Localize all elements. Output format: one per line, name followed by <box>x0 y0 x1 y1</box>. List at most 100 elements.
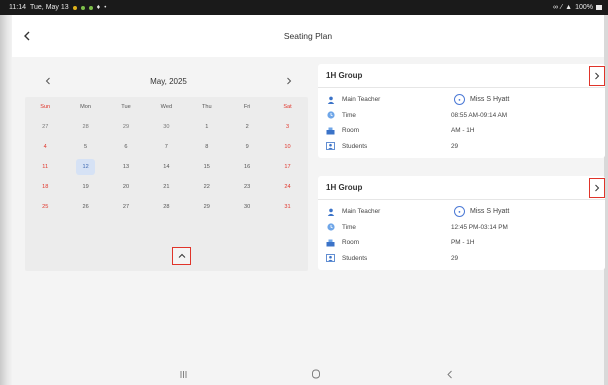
app-screen: Seating Plan May, 2025 Sun Mon Tue Wed T… <box>12 15 605 385</box>
calendar-day[interactable]: 5 <box>65 144 105 150</box>
home-button[interactable] <box>309 368 323 380</box>
next-month-button[interactable] <box>283 75 295 87</box>
calendar-day[interactable]: 6 <box>106 144 146 150</box>
group-name: 1H Group <box>326 183 363 192</box>
group-card-body: Main Teacher ● Miss S Hyatt Time 12:45 P… <box>318 200 605 270</box>
group-name: 1H Group <box>326 71 363 80</box>
calendar-month-label: May, 2025 <box>150 76 187 86</box>
back-arrow-icon <box>446 370 452 378</box>
calendar-day[interactable]: 1 <box>187 124 227 130</box>
week-row: 4 5 6 7 8 9 10 <box>25 137 308 157</box>
weekday-label: Tue <box>121 104 131 110</box>
calendar-day-selected[interactable]: 12 <box>65 159 105 175</box>
group-card: 1H Group Main Teacher ● Miss S Hyatt Tim… <box>318 176 605 271</box>
group-card-body: Main Teacher ● Miss S Hyatt Time 08:55 A… <box>318 88 605 158</box>
calendar-day[interactable]: 3 <box>267 124 307 130</box>
collapse-calendar-button[interactable] <box>172 247 191 265</box>
teacher-avatar-icon: ● <box>454 94 465 106</box>
students-value: 29 <box>451 255 459 263</box>
time-label: Time <box>342 111 356 119</box>
wifi-icon: ⁄ <box>560 4 563 11</box>
calendar-day[interactable]: 29 <box>187 204 227 210</box>
open-group-button[interactable] <box>589 178 605 198</box>
calendar-day[interactable]: 15 <box>187 164 227 170</box>
room-row: Room AM - 1H <box>318 123 605 139</box>
teacher-name: Miss S Hyatt <box>470 96 510 104</box>
chevron-right-icon <box>595 72 600 80</box>
calendar-day[interactable]: 27 <box>106 204 146 210</box>
previous-month-button[interactable] <box>42 75 54 87</box>
chevron-left-icon <box>24 31 30 41</box>
students-value: 29 <box>451 143 459 151</box>
calendar-day[interactable]: 30 <box>227 204 267 210</box>
calendar-day[interactable]: 26 <box>65 204 105 210</box>
calendar-day[interactable]: 18 <box>25 184 65 190</box>
calendar-day[interactable]: 13 <box>106 164 146 170</box>
calendar-day[interactable]: 20 <box>106 184 146 190</box>
students-icon <box>326 142 335 151</box>
teacher-row: Main Teacher ● Miss S Hyatt <box>318 92 605 108</box>
calendar-day[interactable]: 28 <box>146 204 186 210</box>
teacher-label: Main Teacher <box>342 96 381 104</box>
calendar-day[interactable]: 29 <box>106 124 146 130</box>
teacher-icon <box>326 207 335 216</box>
system-back-button[interactable] <box>442 368 456 380</box>
calendar-day[interactable]: 24 <box>267 184 307 190</box>
calendar-day[interactable]: 10 <box>267 144 307 150</box>
calendar-day[interactable]: 9 <box>227 144 267 150</box>
calendar-day[interactable]: 7 <box>146 144 186 150</box>
calendar-day[interactable]: 17 <box>267 164 307 170</box>
room-label: Room <box>342 127 360 135</box>
calendar-header: May, 2025 <box>25 71 308 91</box>
weekday-label: Mon <box>80 104 92 110</box>
chevron-left-icon <box>45 77 50 85</box>
students-row: Students 29 <box>318 251 605 267</box>
bezel-left <box>0 0 12 385</box>
calendar-day[interactable]: 21 <box>146 184 186 190</box>
week-row: 25 26 27 28 29 30 31 <box>25 197 308 217</box>
calendar-day[interactable]: 25 <box>25 204 65 210</box>
calendar-day[interactable]: 4 <box>25 144 65 150</box>
chevron-up-icon <box>178 253 185 258</box>
calendar-day[interactable]: 2 <box>227 124 267 130</box>
calendar-day[interactable]: 30 <box>146 124 186 130</box>
weekday-label: Sun <box>40 104 51 110</box>
calendar-day[interactable]: 14 <box>146 164 186 170</box>
app-bar: Seating Plan <box>12 15 604 57</box>
calendar-day[interactable]: 19 <box>65 184 105 190</box>
android-icon <box>80 5 85 10</box>
calendar-day[interactable]: 31 <box>267 204 307 210</box>
back-button[interactable] <box>20 28 34 44</box>
time-row: Time 08:55 AM-09:14 AM <box>318 108 605 124</box>
room-value: PM - 1H <box>451 239 475 247</box>
time-row: Time 12:45 PM-03:14 PM <box>318 220 605 236</box>
calendar-day[interactable]: 11 <box>25 164 65 170</box>
notification-icon <box>72 5 77 10</box>
calendar-day[interactable]: 27 <box>25 124 65 130</box>
status-right: ∞ ⁄ ▲ 100% <box>553 4 602 11</box>
calendar-day[interactable]: 23 <box>227 184 267 190</box>
calendar-day[interactable]: 22 <box>187 184 227 190</box>
calendar-day[interactable]: 16 <box>227 164 267 170</box>
week-row: 18 19 20 21 22 23 24 <box>25 177 308 197</box>
teacher-icon <box>326 95 335 104</box>
chevron-right-icon <box>287 77 292 85</box>
open-group-button[interactable] <box>589 66 605 86</box>
clock-icon <box>326 111 335 120</box>
calendar-day[interactable]: 8 <box>187 144 227 150</box>
room-label: Room <box>342 239 360 247</box>
group-card-header: 1H Group <box>318 176 605 200</box>
teacher-avatar-icon: ● <box>454 206 465 218</box>
students-label: Students <box>342 255 368 263</box>
calendar: May, 2025 Sun Mon Tue Wed Thu Fri Sat 27… <box>25 77 308 271</box>
battery-level: 100% <box>575 4 593 11</box>
page-title: Seating Plan <box>283 31 333 41</box>
room-row: Room PM - 1H <box>318 235 605 251</box>
recent-apps-button[interactable] <box>176 368 190 380</box>
students-row: Students 29 <box>318 139 605 155</box>
room-icon <box>326 126 335 135</box>
group-card: 1H Group Main Teacher ● Miss S Hyatt Tim… <box>318 64 605 159</box>
room-icon <box>326 238 335 247</box>
group-card-header: 1H Group <box>318 64 605 88</box>
calendar-day[interactable]: 28 <box>65 124 105 130</box>
